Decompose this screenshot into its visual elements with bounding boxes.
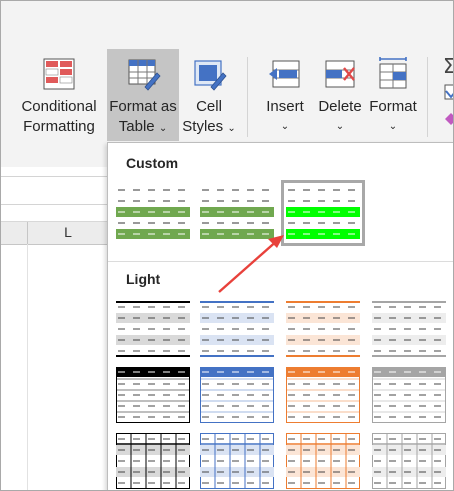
format-as-table-label-2: Table (118, 118, 155, 135)
light-table-style-header-orange[interactable] (286, 367, 360, 423)
worksheet-area[interactable] (1, 167, 109, 490)
custom-table-style-3[interactable] (281, 180, 365, 246)
cell-styles-button[interactable]: Cell Styles ⌄ (181, 49, 237, 141)
light-table-style-header-gray[interactable] (372, 367, 446, 423)
format-as-table-label-1: Format as (109, 98, 177, 115)
conditional-formatting-button[interactable]: Conditional Formatting (15, 49, 103, 141)
cell-styles-label-1: Cell (196, 98, 222, 115)
cell-styles-icon (191, 57, 227, 91)
light-table-style-grid-orange[interactable] (286, 433, 360, 489)
column-gridline (27, 244, 28, 490)
chevron-down-icon: ⌄ (335, 121, 345, 132)
delete-button[interactable]: Delete ⌄ (313, 49, 367, 141)
svg-text:Σ: Σ (443, 54, 454, 78)
format-button[interactable]: Format ⌄ (367, 49, 419, 141)
excel-window: Conditional Formatting Format as Table ⌄ (0, 0, 454, 491)
format-as-table-icon (125, 57, 161, 91)
insert-button[interactable]: Insert ⌄ (259, 49, 311, 141)
light-table-style-banded-gray[interactable] (116, 301, 190, 357)
formula-bar[interactable] (1, 176, 109, 205)
section-title-custom: Custom (126, 155, 179, 171)
chevron-down-icon: ⌄ (388, 121, 398, 132)
format-label: Format (369, 98, 417, 115)
table-style-gallery: Custom Light (107, 142, 453, 490)
delete-label: Delete (318, 98, 362, 115)
chevron-down-icon: ⌄ (280, 121, 290, 132)
light-table-style-banded-orange[interactable] (286, 301, 360, 357)
delete-cells-icon (322, 57, 358, 91)
conditional-formatting-icon (41, 57, 77, 91)
light-table-style-grid-blue[interactable] (200, 433, 274, 489)
section-divider (108, 261, 453, 262)
ribbon-separator (247, 57, 248, 137)
section-title-light: Light (126, 271, 161, 287)
editing-group-partial[interactable]: Σ (437, 51, 454, 141)
insert-label: Insert (266, 98, 304, 115)
custom-table-style-2[interactable] (200, 185, 274, 241)
insert-cells-icon (267, 57, 303, 91)
column-header-row: L (1, 221, 109, 245)
light-table-style-header-black[interactable] (116, 367, 190, 423)
light-table-style-header-blue[interactable] (200, 367, 274, 423)
light-table-style-grid-gray[interactable] (372, 433, 446, 489)
light-table-style-banded-lightgray[interactable] (372, 301, 446, 357)
cell-styles-label-2: Styles (182, 118, 224, 135)
column-header-l[interactable]: L (28, 224, 108, 240)
format-as-table-button[interactable]: Format as Table ⌄ (107, 49, 179, 141)
ribbon-separator (427, 57, 428, 137)
light-table-style-banded-blue[interactable] (200, 301, 274, 357)
custom-table-style-1[interactable] (116, 185, 190, 241)
chevron-down-icon: ⌄ (227, 123, 236, 134)
chevron-down-icon: ⌄ (158, 123, 168, 134)
light-table-style-grid-black[interactable] (116, 433, 190, 489)
conditional-formatting-label: Conditional Formatting (21, 98, 97, 135)
format-cells-icon (375, 57, 411, 91)
